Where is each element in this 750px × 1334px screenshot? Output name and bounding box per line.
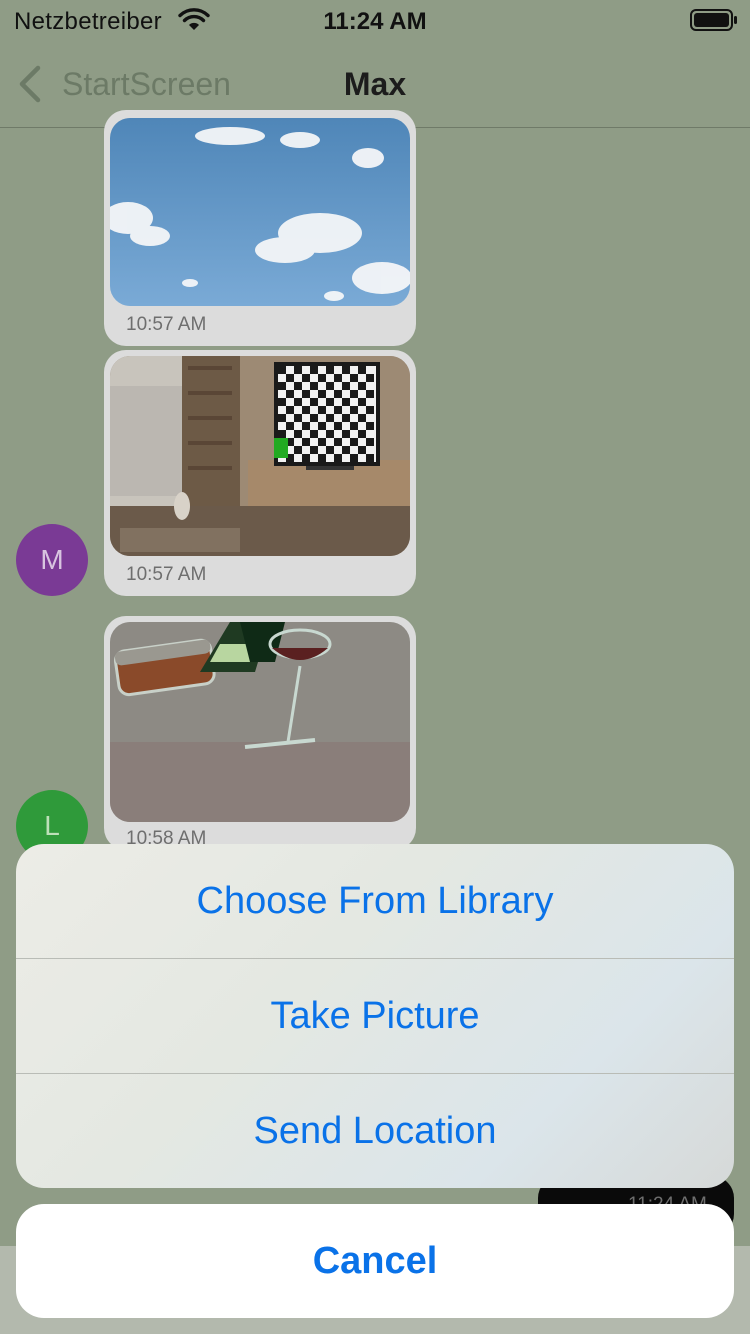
action-sheet: Choose From Library Take Picture Send Lo…: [16, 844, 734, 1188]
choose-from-library-button[interactable]: Choose From Library: [16, 844, 734, 958]
message-bubble[interactable]: 10:57 AM: [104, 350, 416, 596]
message-bubble[interactable]: 10:58 AM: [104, 616, 416, 850]
status-bar: Netzbetreiber 11:24 AM: [0, 0, 750, 40]
send-location-button[interactable]: Send Location: [16, 1074, 734, 1188]
message-bubble[interactable]: 10:57 AM: [104, 110, 416, 346]
message-image[interactable]: [110, 622, 410, 822]
message-image[interactable]: [110, 356, 410, 556]
message-time: 10:57 AM: [126, 314, 207, 335]
message-time: 10:57 AM: [126, 564, 207, 585]
message-image[interactable]: [110, 118, 410, 306]
take-picture-button[interactable]: Take Picture: [16, 959, 734, 1073]
page-title: Max: [343, 66, 407, 102]
battery-icon: [690, 9, 737, 31]
avatar[interactable]: M: [16, 524, 88, 596]
status-time: 11:24 AM: [323, 8, 427, 35]
cancel-button[interactable]: Cancel: [16, 1204, 734, 1318]
